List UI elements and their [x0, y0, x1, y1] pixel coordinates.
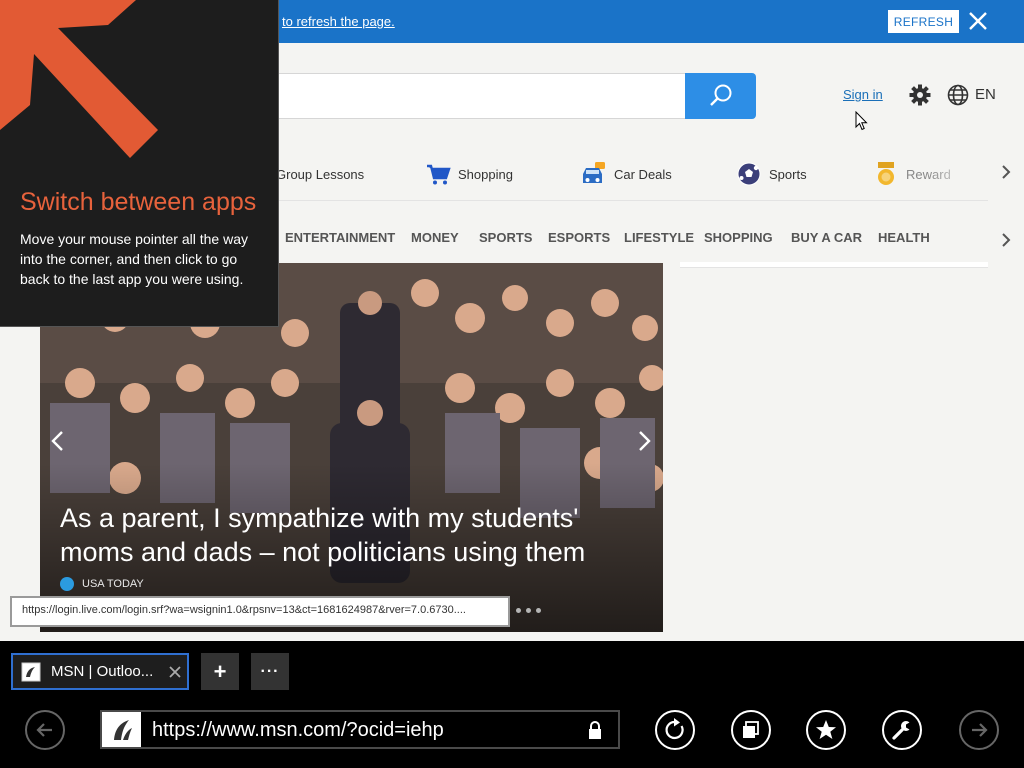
arrow-right-icon [972, 723, 988, 737]
refresh-button[interactable]: REFRESH [888, 10, 959, 33]
category-nav-fade [930, 224, 986, 252]
tab-options-button[interactable]: ··· [251, 653, 289, 690]
new-tab-button[interactable]: + [201, 653, 239, 690]
mouse-cursor-icon [855, 111, 868, 131]
notification-message[interactable]: to refresh the page. [282, 14, 395, 29]
wrench-icon [892, 721, 910, 740]
page-tools-button[interactable] [882, 710, 922, 750]
source-name: USA TODAY [82, 578, 144, 590]
section-divider [272, 200, 988, 201]
nav-buy-a-car[interactable]: BUY A CAR [791, 230, 862, 245]
carousel-dot[interactable] [526, 608, 531, 613]
favorites-button[interactable] [806, 710, 846, 750]
arrow-left-icon [36, 723, 52, 737]
car-icon [583, 162, 605, 183]
msn-favicon-icon [21, 662, 41, 681]
close-icon[interactable] [966, 9, 990, 33]
refresh-page-button[interactable] [655, 710, 695, 750]
quick-link-label: Sports [769, 166, 807, 182]
search-input[interactable] [272, 73, 686, 119]
url-text[interactable]: https://www.msn.com/?ocid=iehp [152, 719, 444, 742]
gear-icon[interactable] [908, 83, 932, 107]
address-bar[interactable]: https://www.msn.com/?ocid=iehp [100, 710, 620, 749]
chevron-right-icon[interactable] [998, 231, 1014, 249]
forward-button[interactable] [959, 710, 999, 750]
search-icon [709, 84, 731, 106]
quick-links-fade [928, 156, 988, 192]
quick-link-label: Group Lessons [276, 166, 365, 182]
nav-sports[interactable]: SPORTS [479, 230, 532, 245]
carousel-dots[interactable] [516, 608, 541, 613]
soccer-ball-icon [737, 162, 761, 186]
medal-icon [878, 162, 894, 185]
carousel-dot[interactable] [536, 608, 541, 613]
quick-link-shopping[interactable]: Shopping [424, 158, 513, 190]
link-preview-tooltip: https://login.live.com/login.srf?wa=wsig… [10, 596, 510, 627]
quick-link-label: Car Deals [614, 166, 672, 182]
nav-lifestyle[interactable]: LIFESTYLE [624, 230, 694, 245]
lock-icon[interactable] [587, 720, 603, 740]
quick-link-group-lessons[interactable]: Group Lessons [276, 158, 364, 190]
chevron-right-icon[interactable] [998, 163, 1014, 181]
corner-arrow-icon [0, 0, 158, 158]
shopping-cart-icon [427, 164, 451, 185]
carousel-next-icon[interactable] [634, 429, 654, 453]
nav-entertainment[interactable]: ENTERTAINMENT [285, 230, 395, 245]
refresh-icon [665, 718, 684, 740]
hero-headline[interactable]: As a parent, I sympathize with my studen… [60, 501, 650, 569]
hero-source: USA TODAY [60, 577, 144, 591]
usa-today-logo-icon [60, 577, 74, 591]
msn-favicon-icon [113, 719, 132, 740]
language-selector[interactable]: EN [975, 86, 996, 103]
nav-esports[interactable]: ESPORTS [548, 230, 610, 245]
quick-link-car-deals[interactable]: Car Deals [580, 158, 672, 190]
close-tab-icon[interactable] [167, 664, 183, 680]
nav-shopping[interactable]: SHOPPING [704, 230, 773, 245]
search-button[interactable] [685, 73, 756, 119]
quick-link-sports[interactable]: Sports [735, 158, 807, 190]
globe-icon[interactable] [946, 83, 970, 107]
right-panel [680, 262, 988, 268]
nav-money[interactable]: MONEY [411, 230, 459, 245]
browser-tab[interactable]: MSN | Outloo... [11, 653, 189, 690]
nav-health[interactable]: HEALTH [878, 230, 930, 245]
tutorial-title: Switch between apps [20, 188, 257, 216]
tab-title: MSN | Outloo... [51, 663, 154, 680]
tabs-icon [743, 721, 759, 738]
sign-in-link[interactable]: Sign in [843, 87, 883, 102]
quick-link-label: Shopping [458, 166, 513, 182]
tutorial-overlay: Switch between apps Move your mouse poin… [0, 0, 279, 327]
tabs-button[interactable] [731, 710, 771, 750]
tutorial-body: Move your mouse pointer all the way into… [20, 231, 248, 287]
site-favicon [102, 712, 141, 747]
carousel-dot[interactable] [516, 608, 521, 613]
carousel-prev-icon[interactable] [48, 429, 68, 453]
star-icon [816, 720, 836, 739]
back-button[interactable] [25, 710, 65, 750]
